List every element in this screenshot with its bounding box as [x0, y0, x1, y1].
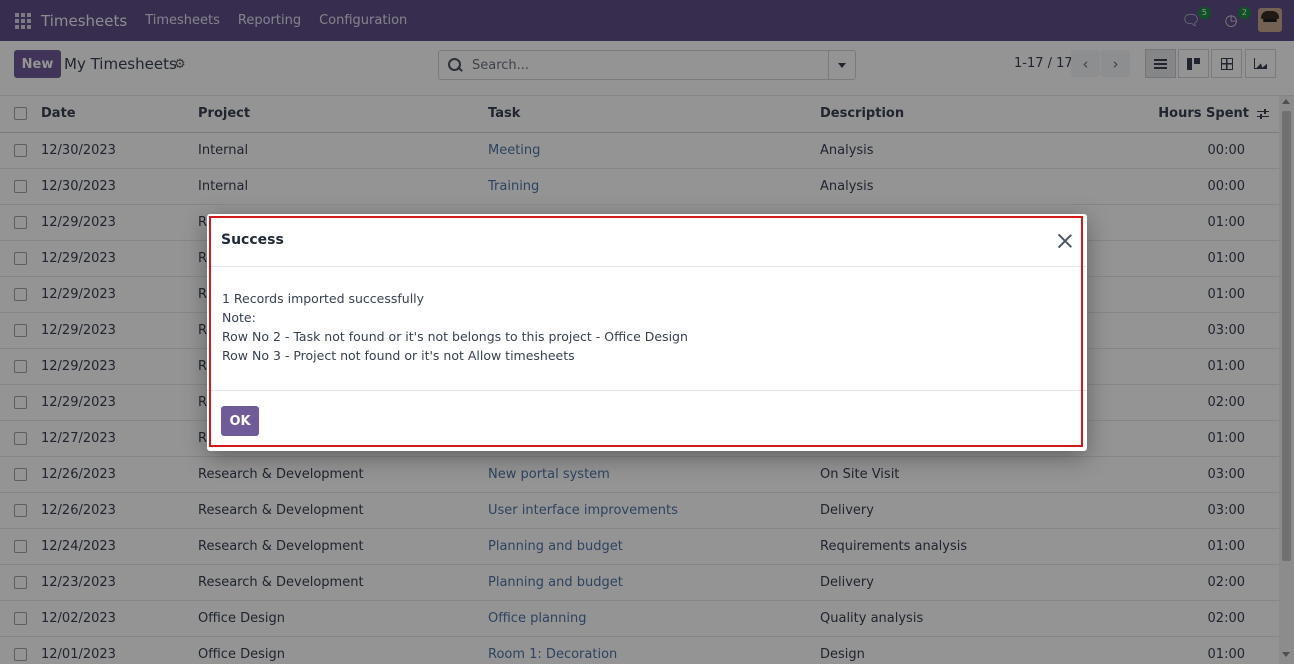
dialog-header: Success: [207, 214, 1087, 267]
dialog-line: Note:: [222, 310, 256, 325]
ok-button[interactable]: OK: [221, 406, 259, 436]
dialog-title: Success: [221, 232, 284, 248]
dialog-body: 1 Records imported successfully Note: Ro…: [222, 289, 688, 365]
dialog-footer: OK: [207, 390, 1087, 451]
success-dialog: Success 1 Records imported successfully …: [207, 214, 1087, 451]
dialog-line: Row No 3 - Project not found or it's not…: [222, 348, 575, 363]
dialog-line: 1 Records imported successfully: [222, 291, 425, 306]
dialog-line: Row No 2 - Task not found or it's not be…: [222, 329, 688, 344]
close-icon[interactable]: [1057, 233, 1073, 249]
